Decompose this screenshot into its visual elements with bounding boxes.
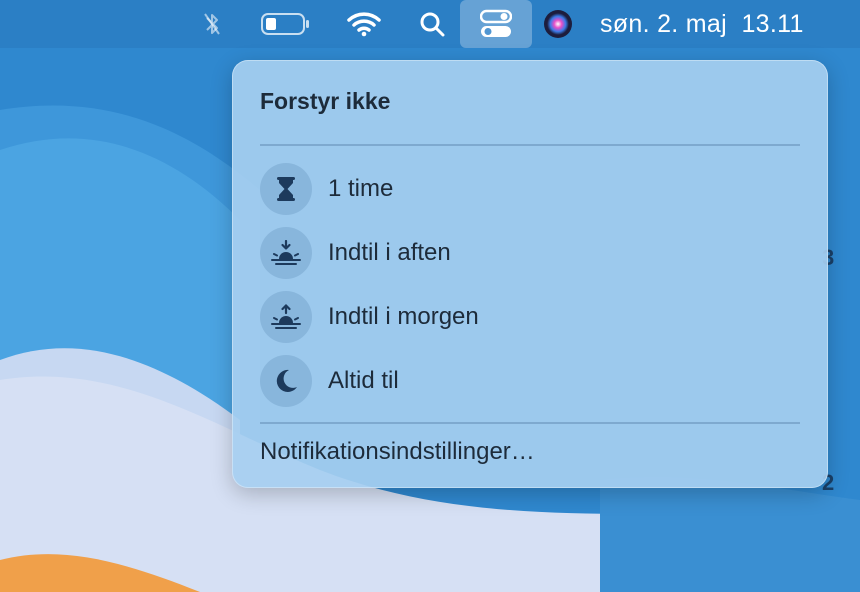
do-not-disturb-panel: Forstyr ikke 1 time Indtil i aften Indti… — [232, 60, 828, 488]
sunrise-icon — [260, 291, 312, 343]
clock-time: 13.11 — [741, 9, 804, 38]
panel-title: Forstyr ikke — [260, 88, 391, 114]
notification-settings-link[interactable]: Notifikationsindstillinger… — [260, 438, 535, 466]
option-label: Indtil i morgen — [328, 303, 479, 330]
siri-icon[interactable] — [540, 0, 576, 48]
option-label: Indtil i aften — [328, 239, 451, 266]
search-icon[interactable] — [412, 0, 452, 48]
option-until-evening[interactable]: Indtil i aften — [260, 227, 800, 279]
battery-icon[interactable] — [256, 0, 316, 48]
option-label: Altid til — [328, 367, 399, 394]
bluetooth-icon[interactable] — [196, 0, 228, 48]
clock-date: søn. 2. maj — [600, 9, 727, 38]
menu-bar-clock[interactable]: søn. 2. maj 13.11 — [600, 0, 828, 48]
sunset-icon — [260, 227, 312, 279]
option-label: 1 time — [328, 175, 394, 202]
wifi-icon[interactable] — [344, 0, 384, 48]
hourglass-icon — [260, 163, 312, 215]
menu-bar: søn. 2. maj 13.11 — [0, 0, 860, 48]
option-one-hour[interactable]: 1 time — [260, 163, 800, 215]
option-until-morning[interactable]: Indtil i morgen — [260, 291, 800, 343]
divider — [260, 144, 800, 146]
moon-icon — [260, 355, 312, 407]
divider — [260, 422, 800, 424]
option-always-on[interactable]: Altid til — [260, 355, 800, 407]
control-center-icon[interactable] — [460, 0, 532, 48]
